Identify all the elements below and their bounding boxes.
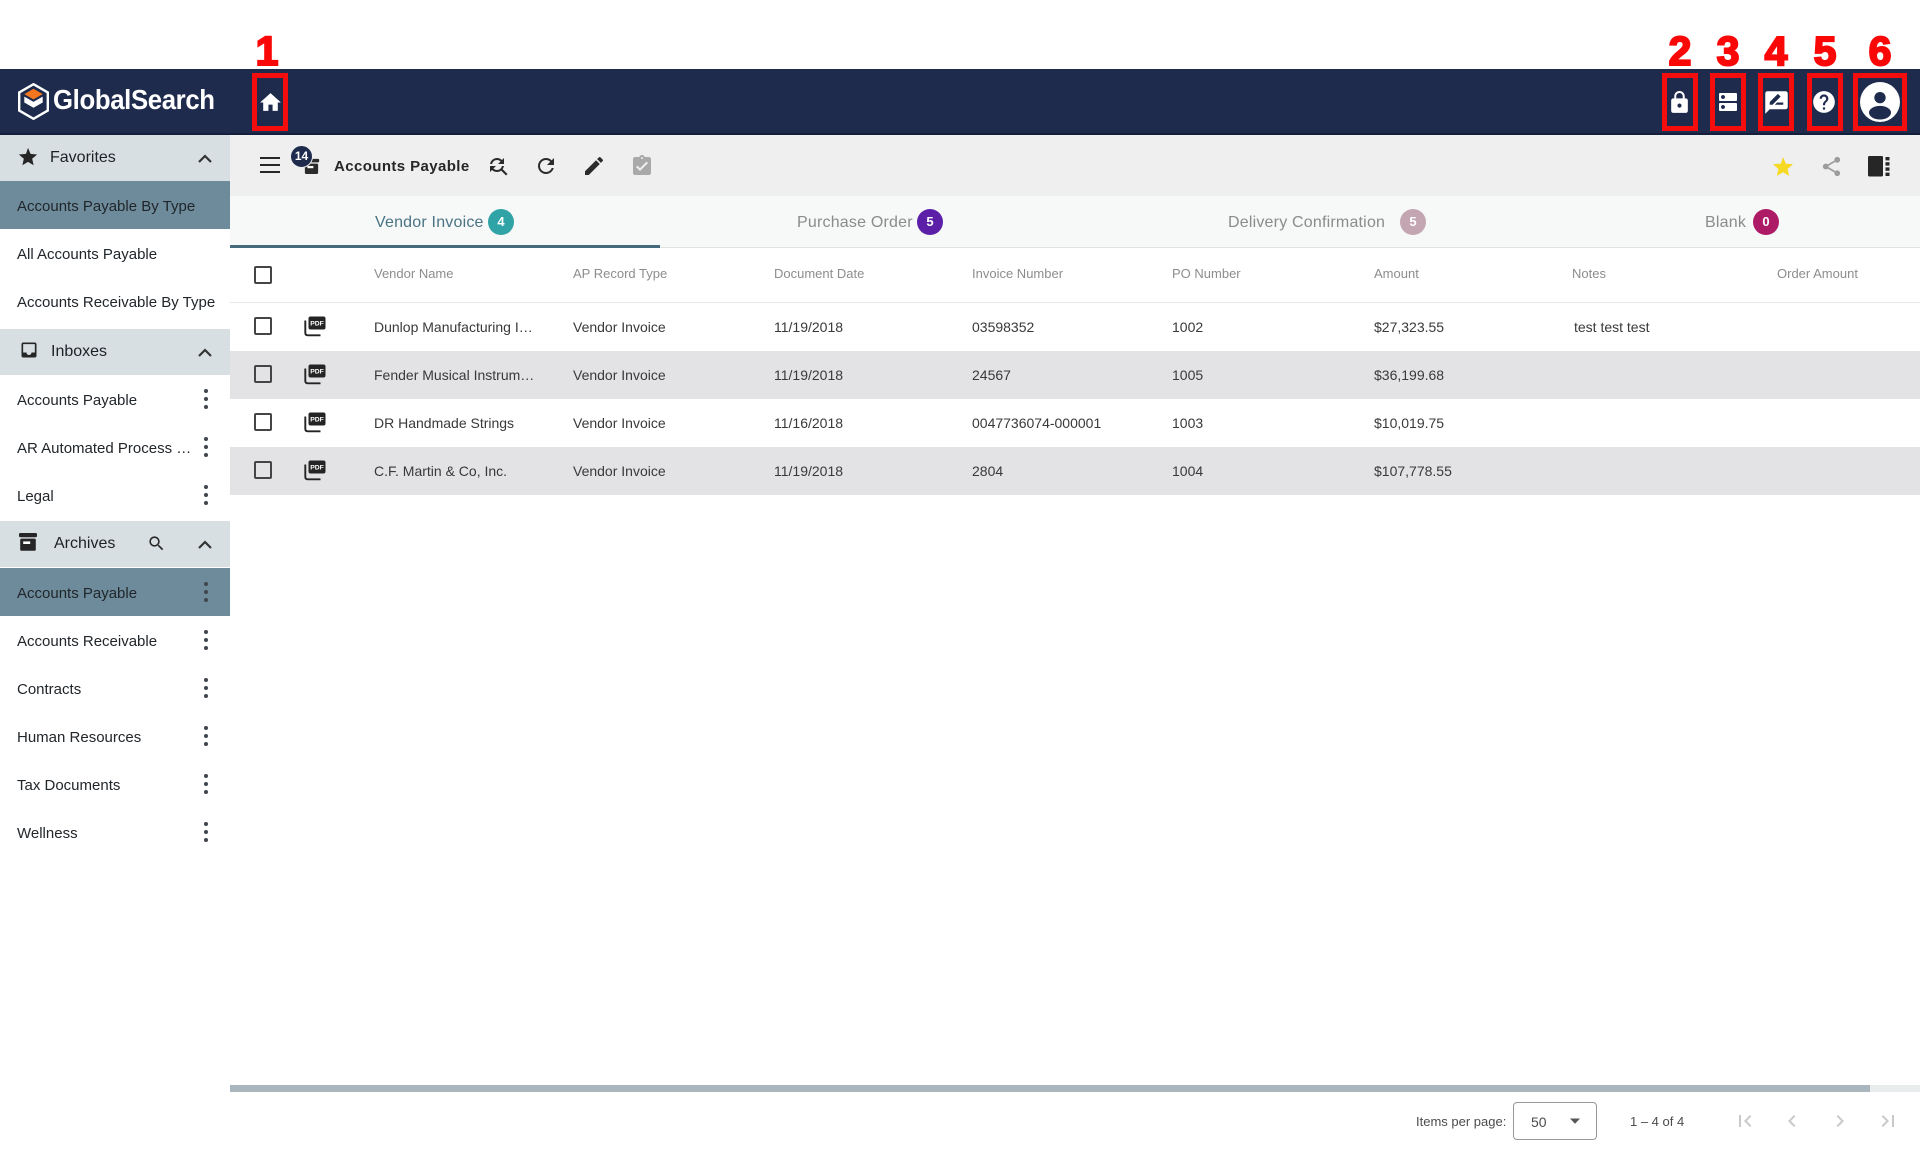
svg-text:PDF: PDF [310, 321, 324, 328]
svg-text:PDF: PDF [310, 465, 324, 472]
svg-text:PDF: PDF [310, 417, 324, 424]
svg-text:PDF: PDF [310, 369, 324, 376]
